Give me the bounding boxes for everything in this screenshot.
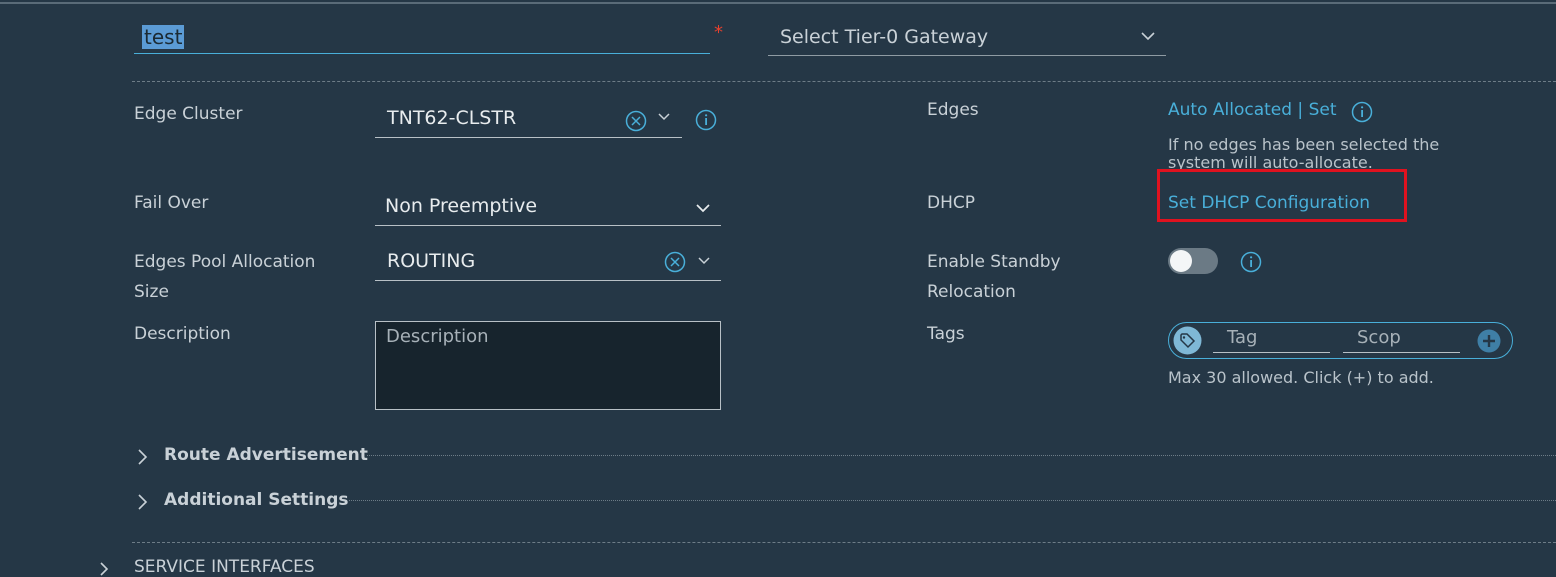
required-marker: *: [714, 22, 723, 43]
edges-pool-allocation-label: Edges Pool Allocation Size: [134, 247, 315, 307]
service-interfaces-toggle[interactable]: SERVICE INTERFACES: [134, 557, 315, 577]
edges-pool-allocation-label-line: Size: [134, 282, 169, 302]
section-divider: [349, 500, 1556, 501]
fail-over-select[interactable]: Non Preemptive: [375, 192, 721, 226]
fail-over-label: Fail Over: [134, 193, 209, 213]
edges-allocation-link[interactable]: Auto Allocated | Set: [1168, 100, 1336, 120]
section-divider: [367, 455, 1556, 456]
scope-input[interactable]: Scop: [1343, 327, 1460, 353]
tier0-gateway-select[interactable]: Select Tier-0 Gateway: [768, 22, 1166, 56]
top-divider: [0, 2, 1556, 4]
standby-relocation-label: Enable Standby Relocation: [927, 247, 1061, 307]
edges-pool-allocation-value: ROUTING: [387, 250, 476, 272]
info-icon[interactable]: [695, 109, 717, 131]
edges-pool-allocation-label-line: Edges Pool Allocation: [134, 252, 316, 272]
edge-cluster-label: Edge Cluster: [134, 104, 243, 124]
gateway-name-value[interactable]: test: [142, 25, 185, 49]
clear-icon[interactable]: [664, 251, 686, 273]
header-divider: [132, 81, 1556, 82]
tags-label: Tags: [927, 324, 965, 344]
route-advertisement-toggle[interactable]: Route Advertisement: [164, 445, 368, 465]
tag-placeholder: Tag: [1227, 327, 1258, 348]
scope-placeholder: Scop: [1357, 327, 1401, 348]
edges-pool-allocation-select[interactable]: ROUTING: [375, 247, 721, 281]
edge-cluster-select[interactable]: TNT62-CLSTR: [375, 104, 682, 138]
edges-help-line: If no edges has been selected the: [1168, 135, 1440, 154]
add-icon[interactable]: [1477, 329, 1501, 353]
clear-icon[interactable]: [625, 110, 647, 132]
fail-over-value: Non Preemptive: [385, 195, 538, 217]
edges-help-text: If no edges has been selected the system…: [1168, 136, 1439, 172]
standby-relocation-toggle[interactable]: [1168, 248, 1218, 274]
description-label: Description: [134, 324, 231, 344]
section-divider: [132, 542, 1556, 543]
additional-settings-toggle[interactable]: Additional Settings: [164, 490, 349, 510]
chevron-right-icon[interactable]: [135, 493, 149, 511]
standby-relocation-label-line: Relocation: [927, 282, 1016, 302]
highlight-box: [1157, 169, 1407, 222]
tags-input-group: Tag Scop: [1168, 322, 1513, 359]
chevron-down-icon: [696, 204, 710, 213]
gateway-name-input[interactable]: test: [134, 22, 710, 54]
edges-label: Edges: [927, 100, 979, 120]
tier0-gateway-placeholder: Select Tier-0 Gateway: [780, 26, 989, 48]
toggle-knob: [1170, 250, 1192, 272]
info-icon[interactable]: [1351, 101, 1373, 123]
description-placeholder: Description: [386, 326, 489, 347]
description-textarea[interactable]: Description: [375, 321, 721, 410]
info-icon[interactable]: [1240, 251, 1262, 273]
standby-relocation-label-line: Enable Standby: [927, 252, 1061, 272]
chevron-down-icon[interactable]: [697, 256, 711, 266]
tag-input[interactable]: Tag: [1213, 327, 1330, 353]
dhcp-label: DHCP: [927, 193, 975, 213]
tags-help-text: Max 30 allowed. Click (+) to add.: [1168, 368, 1434, 387]
chevron-down-icon[interactable]: [657, 112, 671, 122]
chevron-down-icon: [1141, 32, 1155, 41]
tag-icon: [1173, 326, 1202, 355]
edge-cluster-value: TNT62-CLSTR: [387, 107, 517, 129]
chevron-right-icon[interactable]: [135, 448, 149, 466]
